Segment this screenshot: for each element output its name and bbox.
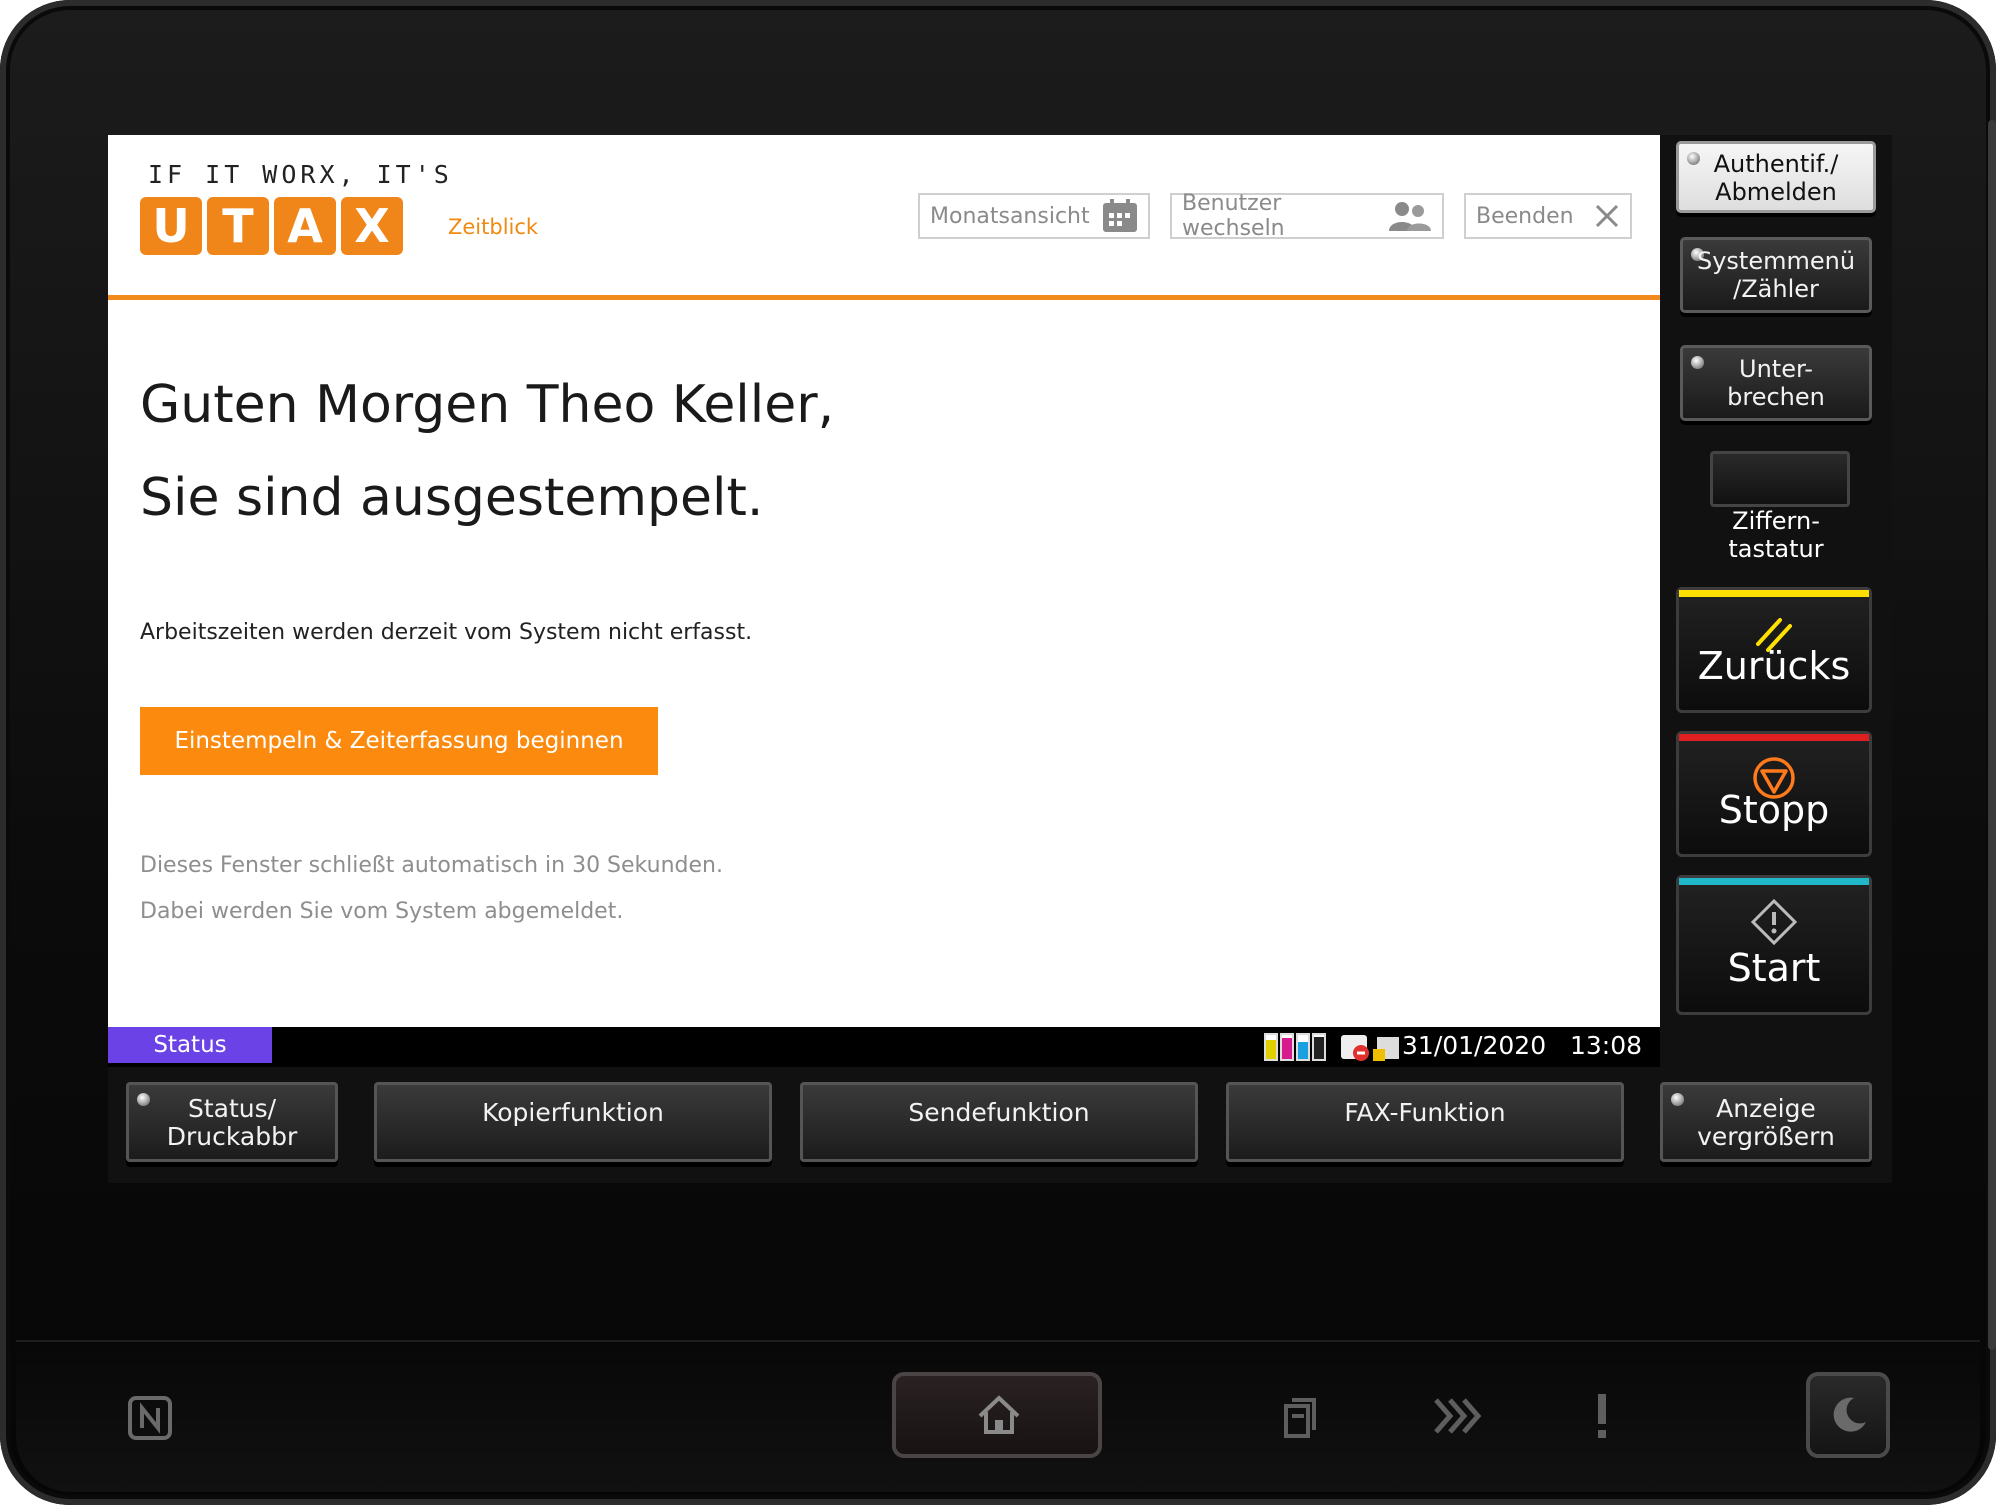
copy-function-button[interactable]: Kopierfunktion — [374, 1082, 772, 1162]
app-window: IF IT WORX, IT'S U T A X Zeitblick Monat… — [108, 135, 1660, 1027]
greeting-heading: Guten Morgen Theo Keller, — [140, 375, 835, 435]
sysmenu-label-line2: /Zähler — [1733, 275, 1819, 303]
auto-close-note: Dieses Fenster schließt automatisch in 3… — [140, 853, 723, 878]
authentication-logout-button[interactable]: Authentif./ Abmelden — [1676, 141, 1876, 213]
logo-letter: U — [140, 197, 202, 255]
info-text: Arbeitszeiten werden derzeit vom System … — [140, 620, 753, 645]
logo-letter: A — [274, 197, 336, 255]
clock-in-button[interactable]: Einstempeln & Zeiterfassung beginnen — [140, 707, 658, 775]
attention-icon — [1592, 1392, 1612, 1444]
date-time: 31/01/2020 13:08 — [1402, 1027, 1642, 1065]
logo-letter: T — [207, 197, 269, 255]
reset-color-bar — [1679, 590, 1869, 597]
reset-button[interactable]: Zurücks — [1676, 587, 1872, 713]
status-job-cancel-button[interactable]: Status/ Druckabbr — [126, 1082, 338, 1162]
send-function-button[interactable]: Sendefunktion — [800, 1082, 1198, 1162]
brand-tagline: IF IT WORX, IT'S — [148, 160, 453, 189]
stop-button[interactable]: Stopp — [1676, 731, 1872, 857]
document-box-icon[interactable] — [1278, 1392, 1322, 1444]
status-tab[interactable]: Status — [108, 1027, 272, 1063]
logout-note: Dabei werden Sie vom System abgemeldet. — [140, 899, 624, 924]
interrupt-label-line2: brechen — [1727, 383, 1825, 411]
send-function-label: Sendefunktion — [908, 1098, 1090, 1127]
home-button[interactable] — [892, 1372, 1102, 1458]
brand-logo: U T A X — [140, 197, 403, 255]
enlarge-label-line2: vergrößern — [1697, 1122, 1835, 1151]
app-name: Zeitblick — [448, 215, 539, 239]
enlarge-display-button[interactable]: Anzeige vergrößern — [1660, 1082, 1872, 1162]
keypad-label-line2: tastatur — [1728, 535, 1824, 563]
interrupt-button[interactable]: Unter- brechen — [1680, 345, 1872, 421]
switch-user-label: Benutzer wechseln — [1182, 191, 1285, 241]
network-status-icon — [1339, 1031, 1409, 1067]
status-time: 13:08 — [1569, 1031, 1642, 1060]
start-button[interactable]: Start — [1676, 875, 1872, 1015]
system-menu-counter-button[interactable]: Systemmenü /Zähler — [1680, 237, 1872, 313]
toner-level-icon — [1263, 1032, 1329, 1066]
calendar-icon — [1102, 199, 1138, 233]
logo-letter: X — [341, 197, 403, 255]
energy-saver-button[interactable] — [1806, 1372, 1890, 1458]
clock-status-heading: Sie sind ausgestempelt. — [140, 468, 764, 528]
status-job-label-line2: Druckabbr — [166, 1122, 298, 1151]
quit-label: Beenden — [1476, 203, 1574, 229]
status-job-label-line1: Status/ — [187, 1094, 277, 1123]
month-view-label: Monatsansicht — [930, 203, 1090, 229]
users-icon — [1388, 200, 1432, 232]
header-divider — [108, 295, 1660, 300]
auth-label-line1: Authentif./ — [1713, 150, 1839, 178]
stop-color-bar — [1679, 734, 1869, 741]
home-icon — [976, 1394, 1022, 1440]
start-color-bar — [1679, 878, 1869, 885]
device-edge — [1988, 120, 1996, 1350]
processing-icon — [1432, 1396, 1484, 1440]
nfc-icon — [126, 1394, 174, 1446]
status-bar: Status 31/01/2020 13:08 — [108, 1027, 1660, 1067]
keypad-label-line1: Ziffern- — [1732, 507, 1820, 535]
enlarge-label-line1: Anzeige — [1716, 1094, 1816, 1123]
close-icon — [1594, 203, 1620, 229]
energy-saver-icon — [1828, 1394, 1870, 1440]
numeric-keypad-label: Ziffern- tastatur — [1676, 507, 1876, 563]
numeric-keypad-button[interactable] — [1710, 451, 1850, 507]
reset-label: Zurücks — [1697, 644, 1851, 688]
interrupt-label-line1: Unter- — [1739, 355, 1813, 383]
month-view-button[interactable]: Monatsansicht — [918, 193, 1150, 239]
sysmenu-label-line1: Systemmenü — [1696, 247, 1856, 275]
stop-label: Stopp — [1718, 788, 1830, 832]
fax-function-button[interactable]: FAX-Funktion — [1226, 1082, 1624, 1162]
status-icons — [1263, 1031, 1409, 1067]
fax-function-label: FAX-Funktion — [1344, 1098, 1506, 1127]
device-frame: IF IT WORX, IT'S U T A X Zeitblick Monat… — [0, 0, 1996, 1505]
status-date: 31/01/2020 — [1402, 1031, 1547, 1060]
touch-screen: IF IT WORX, IT'S U T A X Zeitblick Monat… — [108, 135, 1892, 1183]
start-label: Start — [1727, 946, 1821, 990]
quit-button[interactable]: Beenden — [1464, 193, 1632, 239]
auth-label-line2: Abmelden — [1715, 178, 1837, 206]
switch-user-button[interactable]: Benutzer wechseln — [1170, 191, 1444, 241]
copy-function-label: Kopierfunktion — [482, 1098, 664, 1127]
